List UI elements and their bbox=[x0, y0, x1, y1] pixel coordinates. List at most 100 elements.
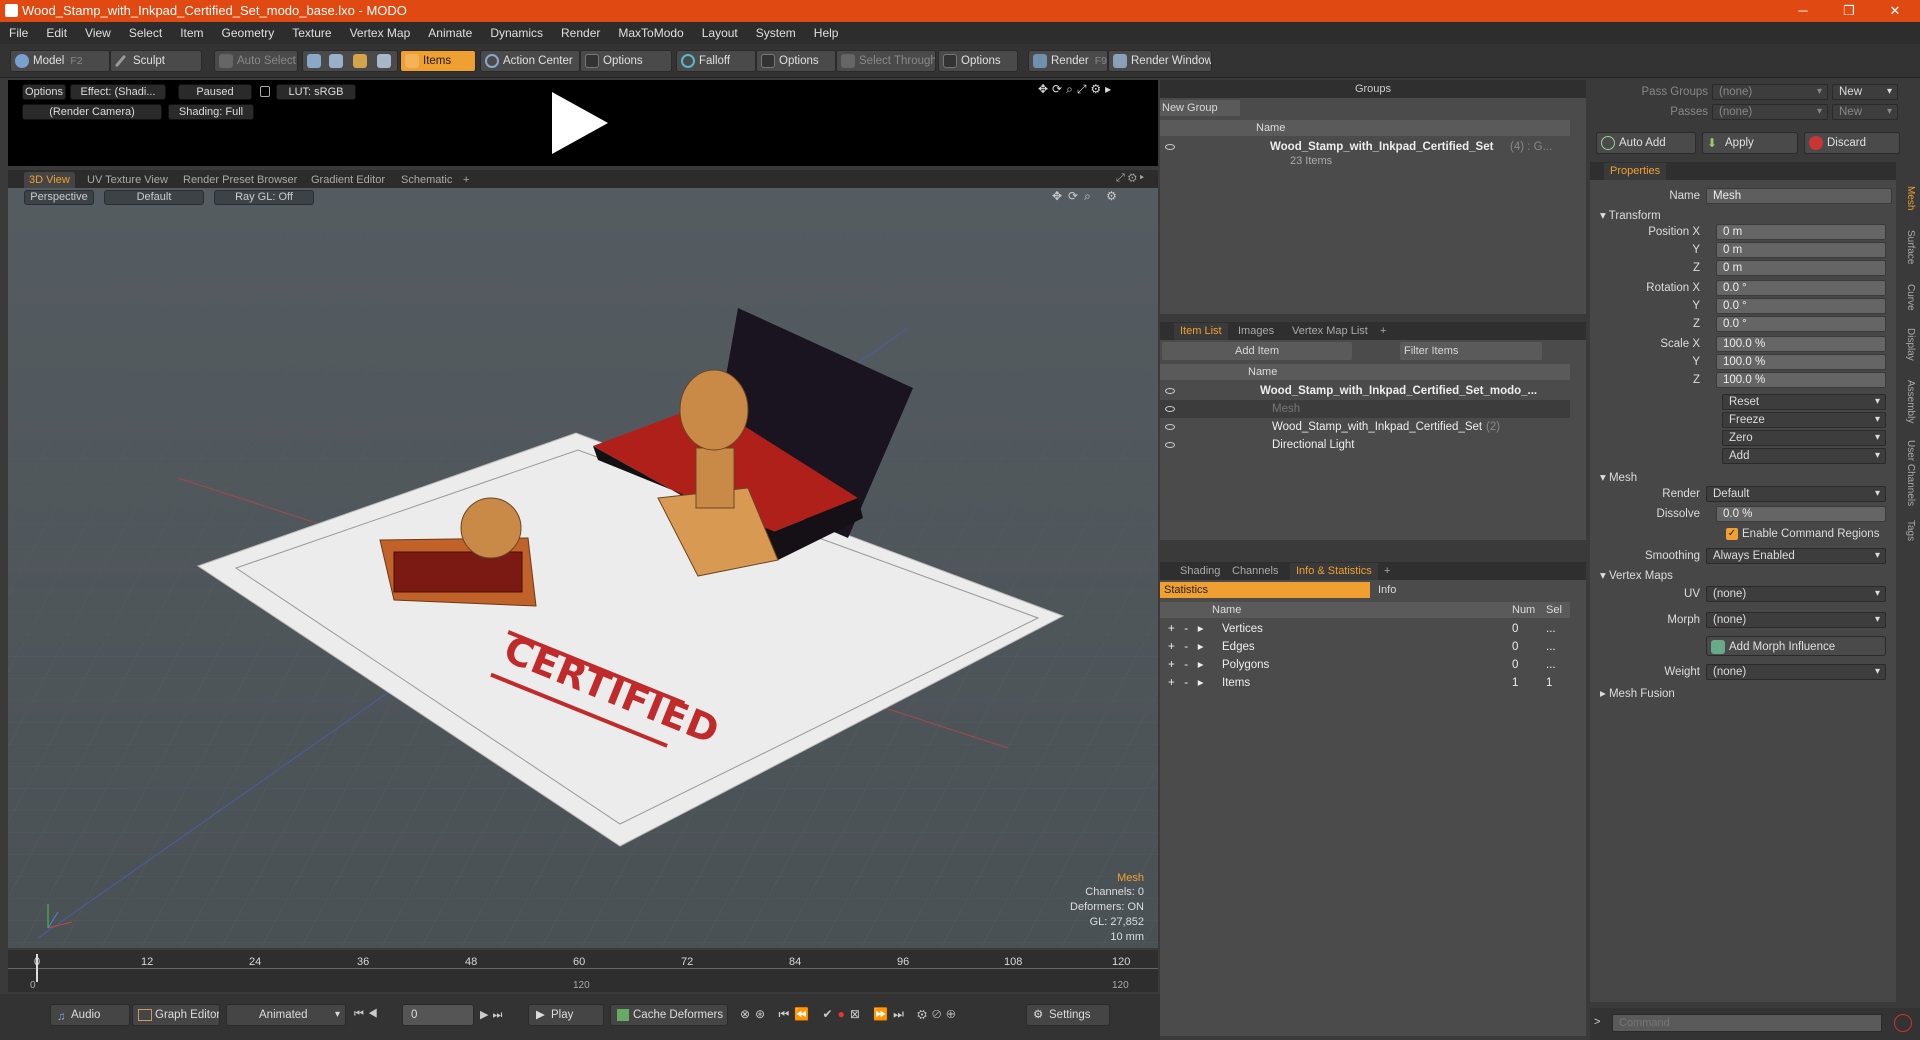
menu-vertex-map[interactable]: Vertex Map bbox=[341, 22, 420, 44]
eye-icon[interactable] bbox=[1165, 144, 1175, 150]
default-style-dropdown[interactable]: Default bbox=[104, 190, 204, 205]
side-tab-surface[interactable]: Surface bbox=[1900, 230, 1916, 264]
falloff-options-button[interactable]: Options bbox=[756, 50, 836, 72]
enable-command-regions-checkbox[interactable]: ✓ bbox=[1726, 528, 1738, 540]
info-subtab[interactable]: Info bbox=[1372, 582, 1562, 598]
eye-icon[interactable] bbox=[1165, 406, 1175, 412]
group-row[interactable]: Wood_Stamp_with_Inkpad_Certified_Set (4)… bbox=[1160, 138, 1570, 156]
new-group-button[interactable]: New Group bbox=[1160, 100, 1240, 116]
paused-button[interactable]: Paused bbox=[178, 84, 252, 100]
tab-info-statistics[interactable]: Info & Statistics bbox=[1290, 563, 1378, 580]
animated-dropdown[interactable]: Animated ▾ bbox=[226, 1004, 346, 1026]
settings-button[interactable]: ⚙ Settings bbox=[1026, 1004, 1110, 1026]
render-dropdown[interactable]: Default bbox=[1706, 486, 1886, 502]
tab-schematic[interactable]: Schematic bbox=[396, 172, 457, 188]
raygl-dropdown[interactable]: Ray GL: Off bbox=[214, 190, 314, 205]
perspective-dropdown[interactable]: Perspective bbox=[24, 190, 94, 205]
polygons-mode-icon[interactable] bbox=[353, 54, 367, 68]
viewport-expand-icon[interactable]: ⤢ ⚙ ▸ bbox=[1116, 172, 1144, 185]
lock-icon[interactable] bbox=[260, 86, 270, 97]
item-row-scene[interactable]: Wood_Stamp_with_Inkpad_Certified_Set_mod… bbox=[1160, 382, 1570, 400]
viewport-nav-icons[interactable]: ✥⟳⌕ ⚙ bbox=[1052, 189, 1123, 204]
menu-select[interactable]: Select bbox=[120, 22, 171, 44]
item-row-group[interactable]: Wood_Stamp_with_Inkpad_Certified_Set (2) bbox=[1160, 418, 1570, 436]
play-button[interactable]: ▶ Play bbox=[528, 1004, 604, 1026]
new-pass-group-button[interactable]: New bbox=[1832, 84, 1898, 100]
tab-uv-texture-view[interactable]: UV Texture View bbox=[82, 172, 173, 188]
tab-3d-view[interactable]: 3D View bbox=[24, 172, 75, 188]
effect-dropdown[interactable]: Effect: (Shadi... bbox=[70, 84, 166, 100]
preview-nav-icons[interactable]: ✥⟳⌕⤢⚙▸ bbox=[1038, 82, 1115, 97]
audio-button[interactable]: ♫ Audio bbox=[50, 1004, 130, 1026]
scale-x-field[interactable]: 100.0 % bbox=[1716, 336, 1886, 352]
items-mode-button[interactable]: Items bbox=[400, 50, 476, 72]
side-tab-tags[interactable]: Tags bbox=[1900, 520, 1916, 541]
rotation-z-field[interactable]: 0.0 ° bbox=[1716, 316, 1886, 332]
passes-dropdown[interactable]: (none) bbox=[1712, 104, 1828, 120]
dissolve-field[interactable]: 0.0 % bbox=[1716, 506, 1886, 522]
lut-dropdown[interactable]: LUT: sRGB bbox=[276, 84, 356, 100]
action-center-options-button[interactable]: Options bbox=[580, 50, 672, 72]
menu-render[interactable]: Render bbox=[552, 22, 609, 44]
menu-item[interactable]: Item bbox=[171, 22, 212, 44]
menu-geometry[interactable]: Geometry bbox=[213, 22, 284, 44]
add-tab-icon[interactable]: + bbox=[1378, 563, 1396, 580]
action-center-button[interactable]: Action Center bbox=[480, 50, 580, 72]
key-tools-icons[interactable]: ⊗⊛ ⏮⏪ ✔●⊠ ⏩⏭ ⚙⊘⊕ bbox=[740, 1007, 960, 1022]
transform-section[interactable]: ▾ Transform bbox=[1600, 208, 1661, 222]
side-tab-curve[interactable]: Curve bbox=[1900, 284, 1916, 311]
filter-items-input[interactable]: Filter Items bbox=[1400, 342, 1542, 360]
menu-view[interactable]: View bbox=[76, 22, 120, 44]
discard-button[interactable]: Discard bbox=[1804, 132, 1900, 154]
sculpt-mode-button[interactable]: Sculpt bbox=[110, 50, 202, 72]
morph-dropdown[interactable]: (none) bbox=[1706, 612, 1886, 628]
item-row-mesh[interactable]: Mesh bbox=[1160, 400, 1570, 418]
frame-field[interactable]: 0 bbox=[402, 1004, 474, 1026]
name-field[interactable]: Mesh bbox=[1706, 188, 1892, 204]
freeze-dropdown[interactable]: Freeze bbox=[1722, 412, 1886, 428]
3d-viewport[interactable]: CERTIFIED Perspective Default Ray GL: Of… bbox=[8, 188, 1158, 948]
shading-dropdown[interactable]: Shading: Full bbox=[168, 104, 254, 120]
materials-mode-icon[interactable] bbox=[377, 54, 391, 68]
play-preview-icon[interactable] bbox=[544, 88, 614, 158]
edges-mode-icon[interactable] bbox=[329, 54, 343, 68]
zero-dropdown[interactable]: Zero bbox=[1722, 430, 1886, 446]
eye-icon[interactable] bbox=[1165, 442, 1175, 448]
close-icon[interactable]: ✕ bbox=[1872, 0, 1918, 22]
mesh-fusion-section[interactable]: ▸ Mesh Fusion bbox=[1600, 686, 1675, 700]
rotation-y-field[interactable]: 0.0 ° bbox=[1716, 298, 1886, 314]
prev-key-icons[interactable]: ⏮◀ bbox=[354, 1008, 382, 1021]
smoothing-dropdown[interactable]: Always Enabled bbox=[1706, 548, 1886, 564]
add-dropdown[interactable]: Add bbox=[1722, 448, 1886, 464]
tab-vertex-map-list[interactable]: Vertex Map List bbox=[1286, 323, 1374, 340]
falloff-button[interactable]: Falloff bbox=[676, 50, 756, 72]
auto-add-button[interactable]: Auto Add bbox=[1596, 132, 1696, 154]
stats-row-items[interactable]: + - ▸ Items 1 1 bbox=[1160, 674, 1570, 692]
item-row-light[interactable]: Directional Light bbox=[1160, 436, 1570, 454]
menu-layout[interactable]: Layout bbox=[693, 22, 747, 44]
render-button[interactable]: Render F9 bbox=[1028, 50, 1108, 72]
preview-options-button[interactable]: Options bbox=[22, 84, 66, 100]
menu-edit[interactable]: Edit bbox=[37, 22, 76, 44]
side-tab-user-channels[interactable]: User Channels bbox=[1900, 440, 1916, 506]
stats-row-edges[interactable]: + - ▸ Edges 0... bbox=[1160, 638, 1570, 656]
position-y-field[interactable]: 0 m bbox=[1716, 242, 1886, 258]
cache-deformers-button[interactable]: Cache Deformers bbox=[610, 1004, 728, 1026]
tab-render-preset-browser[interactable]: Render Preset Browser bbox=[178, 172, 302, 188]
menu-file[interactable]: File bbox=[0, 22, 37, 44]
side-tab-mesh[interactable]: Mesh bbox=[1900, 186, 1916, 210]
scale-z-field[interactable]: 100.0 % bbox=[1716, 372, 1886, 388]
next-key-icons[interactable]: ▶⏭ bbox=[480, 1008, 506, 1022]
mesh-section[interactable]: ▾ Mesh bbox=[1600, 470, 1637, 484]
render-camera-dropdown[interactable]: (Render Camera) bbox=[22, 104, 162, 120]
weight-dropdown[interactable]: (none) bbox=[1706, 664, 1886, 680]
auto-select-button[interactable]: Auto Select bbox=[214, 50, 298, 72]
add-tab-icon[interactable]: + bbox=[458, 172, 474, 188]
render-window-button[interactable]: Render Window bbox=[1108, 50, 1212, 72]
tab-images[interactable]: Images bbox=[1232, 323, 1280, 340]
eye-icon[interactable] bbox=[1165, 424, 1175, 430]
side-tab-display[interactable]: Display bbox=[1900, 328, 1916, 361]
vertices-mode-icon[interactable] bbox=[307, 54, 321, 68]
add-tab-icon[interactable]: + bbox=[1374, 323, 1392, 340]
graph-editor-button[interactable]: Graph Editor bbox=[132, 1004, 220, 1026]
